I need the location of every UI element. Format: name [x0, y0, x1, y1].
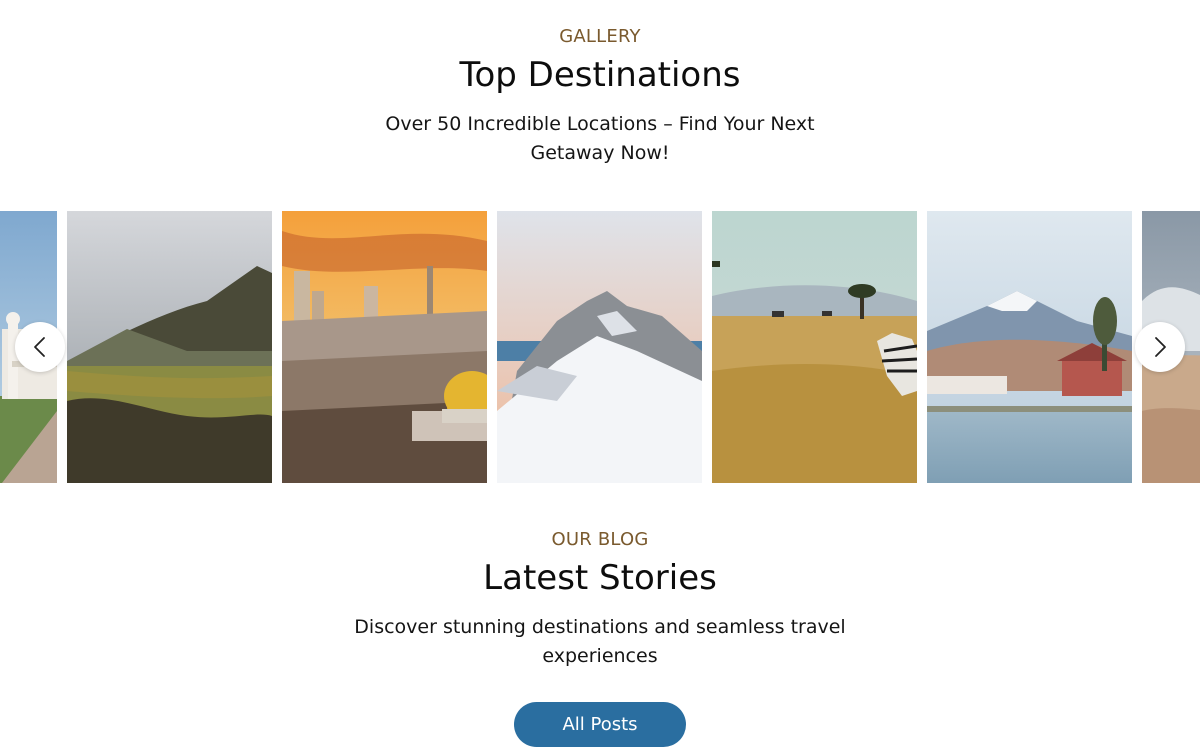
destination-card-snowy-peak[interactable] — [497, 211, 702, 483]
all-posts-button[interactable]: All Posts — [514, 702, 686, 747]
destinations-carousel — [0, 211, 1200, 483]
destination-card-lakeside[interactable] — [927, 211, 1132, 483]
chevron-left-icon — [34, 337, 45, 357]
destination-image-snowy-peak — [497, 211, 702, 483]
blog-title: Latest Stories — [483, 558, 717, 598]
destination-image-city — [282, 211, 487, 483]
blog-subtitle: Discover stunning destinations and seaml… — [354, 616, 846, 667]
gallery-subtitle: Over 50 Incredible Locations – Find Your… — [385, 113, 815, 164]
chevron-right-icon — [1155, 337, 1166, 357]
destination-card-savanna[interactable] — [712, 211, 917, 483]
destination-image-savanna — [712, 211, 917, 483]
gallery-eyebrow: GALLERY — [559, 26, 641, 47]
carousel-next-button[interactable] — [1135, 322, 1185, 372]
gallery-title: Top Destinations — [459, 55, 741, 95]
destination-image-mountain — [67, 211, 272, 483]
destination-card-mountain[interactable] — [67, 211, 272, 483]
blog-header: OUR BLOG Latest Stories Discover stunnin… — [0, 527, 1200, 671]
destination-card-city[interactable] — [282, 211, 487, 483]
gallery-header: GALLERY Top Destinations Over 50 Incredi… — [0, 24, 1200, 168]
blog-eyebrow: OUR BLOG — [551, 529, 649, 550]
carousel-prev-button[interactable] — [15, 322, 65, 372]
destination-image-lakeside — [927, 211, 1132, 483]
